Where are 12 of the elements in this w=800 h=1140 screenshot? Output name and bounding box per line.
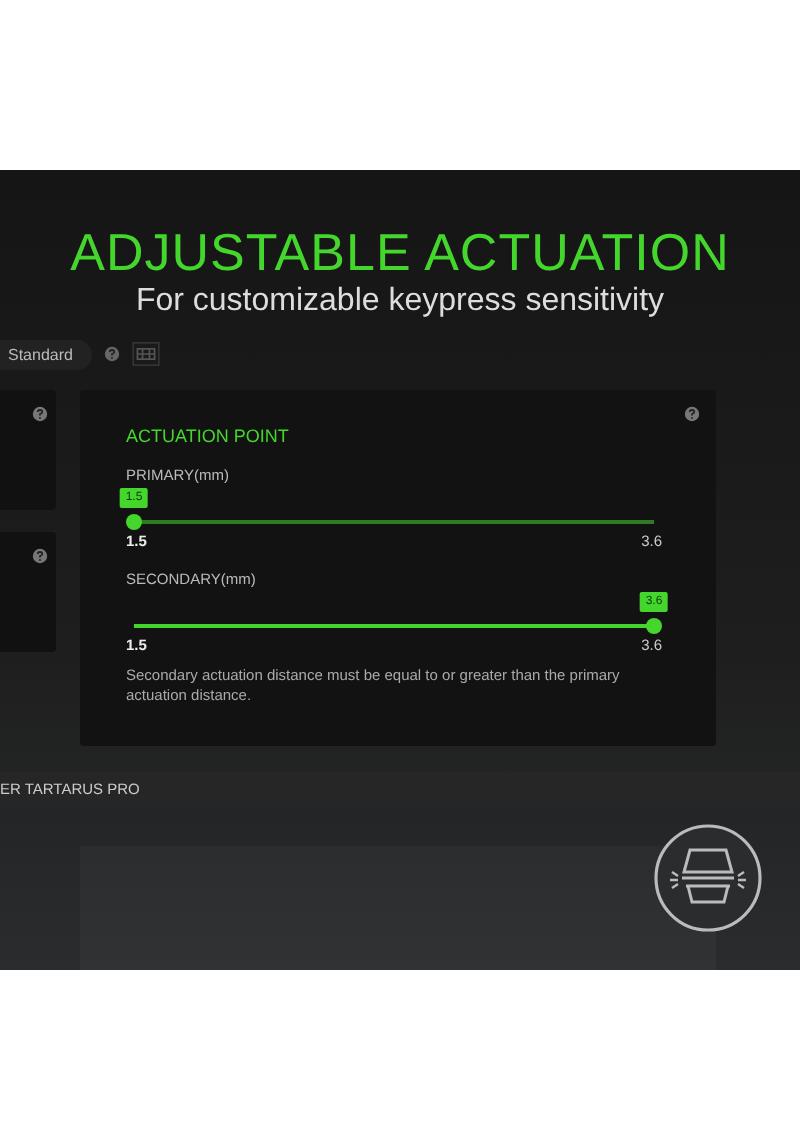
help-icon[interactable] [32, 406, 48, 422]
panel-title: ACTUATION POINT [126, 426, 289, 446]
help-icon[interactable] [104, 346, 121, 362]
keycap-icon [652, 822, 764, 934]
headline: ADJUSTABLE ACTUATION [68, 222, 732, 282]
slider-thumb[interactable] [646, 618, 662, 634]
subheadline: For customizable keypress sensitivity [133, 282, 667, 322]
slider-thumb[interactable] [126, 514, 142, 530]
help-icon[interactable] [32, 548, 48, 564]
keyboard-icon[interactable] [132, 342, 161, 366]
help-icon[interactable] [684, 406, 700, 422]
mode-selector[interactable]: Standard [0, 339, 93, 369]
